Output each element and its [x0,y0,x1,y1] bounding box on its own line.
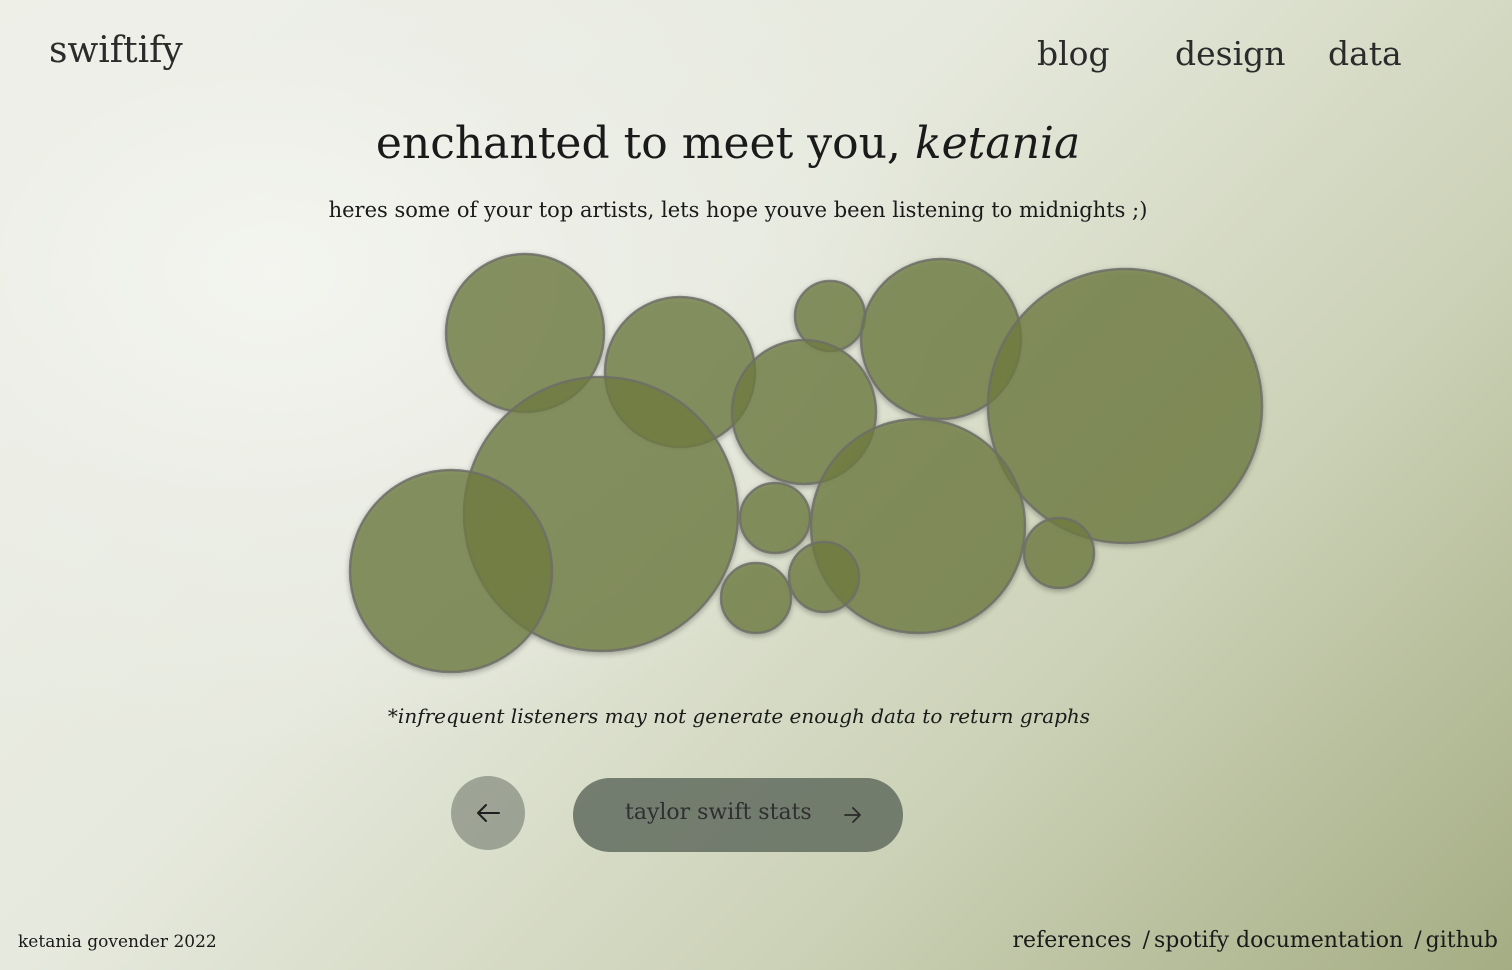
taylor-swift-stats-button[interactable]: taylor swift stats [573,778,903,852]
spotify-documentation-link[interactable]: spotify documentation [1154,928,1403,953]
disclaimer-note: *infrequent listeners may not generate e… [387,704,1091,728]
artist-bubble[interactable] [986,267,1264,545]
footer-separator: / [1142,928,1150,953]
footer-separator: / [1414,928,1422,953]
page-subtitle: heres some of your top artists, lets hop… [328,198,1148,222]
artist-bubble[interactable] [348,468,554,674]
footer-links: references / spotify documentation / githu… [1013,928,1498,953]
github-link[interactable]: github [1426,928,1498,953]
artist-bubble[interactable] [738,481,812,555]
references-link[interactable]: references [1013,928,1132,953]
arrow-right-icon [844,807,861,823]
stats-button-label: taylor swift stats [625,800,812,825]
page-title: enchanted to meet you, ketania [0,118,1456,169]
artist-bubble[interactable] [719,561,793,635]
top-nav: blog design data [0,34,1512,84]
footer-credit: ketania govender 2022 [18,932,217,952]
headline-prefix: enchanted to meet you, [375,118,901,169]
arrow-left-icon [477,804,500,822]
nav-data-link[interactable]: data [1328,34,1402,73]
nav-design-link[interactable]: design [1175,34,1286,73]
back-button[interactable] [451,776,525,850]
nav-blog-link[interactable]: blog [1037,34,1110,73]
site-title[interactable]: swiftify [49,30,183,71]
artist-bubble[interactable] [1022,516,1096,590]
user-name: ketania [914,118,1081,169]
artist-bubble[interactable] [787,540,861,614]
